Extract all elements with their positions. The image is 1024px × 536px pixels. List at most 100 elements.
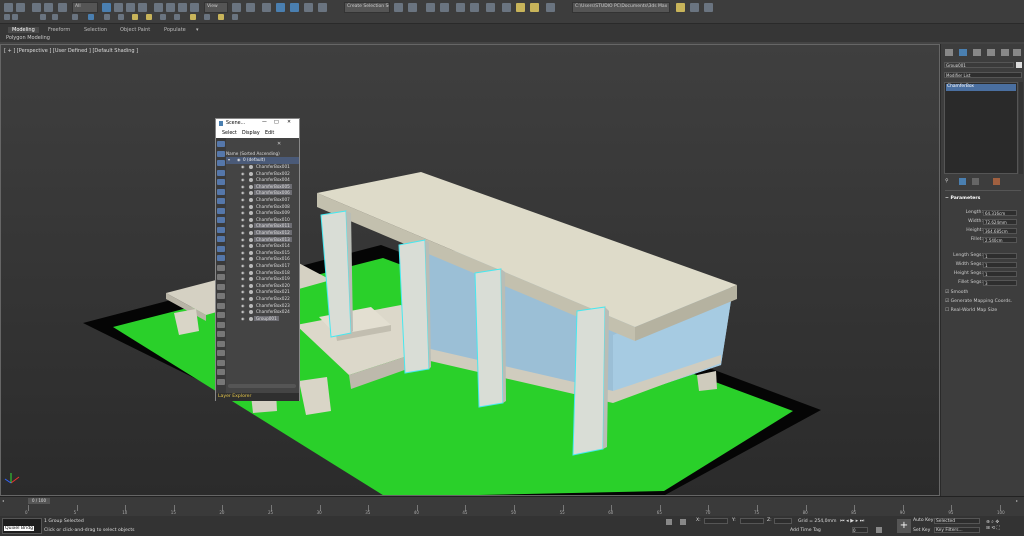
rect-selection-icon[interactable] (126, 3, 135, 12)
filter-tool-icon[interactable] (217, 331, 225, 337)
bulb-icon[interactable] (218, 14, 224, 20)
set-project-icon[interactable] (690, 3, 699, 12)
height-spinner[interactable]: 364,685cm (983, 228, 1017, 234)
z-coord-field[interactable] (774, 518, 792, 524)
list-item[interactable]: ◉ ChamferBox009 (226, 210, 299, 217)
filter-tool-icon[interactable] (217, 340, 225, 347)
real-world-map-checkbox[interactable]: ☐ Real-World Map Size (945, 308, 1020, 313)
filter-tool-icon[interactable] (217, 283, 225, 290)
gear-icon[interactable] (204, 14, 210, 20)
link-icon[interactable] (32, 3, 41, 12)
pin-stack-icon[interactable]: ⚲ (945, 178, 949, 184)
schematic-view-icon[interactable] (470, 3, 479, 12)
visibility-icon[interactable]: ◉ (237, 157, 241, 162)
filter-tool-icon[interactable] (217, 160, 225, 166)
modifier-list-dropdown[interactable]: Modifier List (944, 72, 1022, 78)
tab-populate[interactable]: Populate (164, 27, 186, 33)
display-tab-icon[interactable] (1001, 49, 1009, 56)
visibility-icon[interactable]: ◉ (241, 283, 245, 288)
bind-space-warp-icon[interactable] (58, 3, 67, 12)
pen-icon[interactable] (40, 14, 46, 20)
placement-icon[interactable] (190, 3, 199, 12)
box-icon[interactable] (118, 14, 124, 20)
maxscript-listener[interactable]: Quixel Bridg (2, 518, 42, 534)
filter-tool-icon[interactable] (217, 312, 225, 318)
visibility-icon[interactable]: ◉ (241, 276, 245, 281)
playback-controls[interactable]: ⏮ ◂ ▶ ▸ ⏭ (840, 518, 864, 524)
add-time-tag[interactable]: Add Time Tag (790, 528, 821, 533)
expand-icon[interactable]: ▾ (228, 157, 230, 162)
filter-tool-icon[interactable] (217, 378, 225, 385)
length-segs-spinner[interactable]: 1 (983, 253, 1017, 259)
make-unique-icon[interactable] (972, 178, 979, 185)
list-item[interactable]: ◉ ChamferBox021 (226, 289, 299, 296)
list-item[interactable]: ◉ ChamferBox016 (226, 256, 299, 263)
spinner-snap-icon[interactable] (304, 3, 313, 12)
list-item[interactable]: ◉ Group001 (226, 315, 299, 323)
scene-explorer-icon[interactable] (426, 3, 435, 12)
visibility-icon[interactable]: ◉ (241, 184, 245, 189)
list-item[interactable]: ◉ ChamferBox024 (226, 309, 299, 316)
visibility-icon[interactable]: ◉ (241, 223, 245, 228)
menu-select[interactable]: Select (222, 131, 237, 136)
move-icon[interactable] (154, 3, 163, 12)
render-setup-icon[interactable] (502, 3, 511, 12)
perspective-viewport[interactable]: [ + ] [Perspective ] [User Defined ] [De… (0, 44, 940, 496)
snaps-toggle-icon[interactable] (262, 3, 271, 12)
visibility-icon[interactable]: ◉ (241, 204, 245, 209)
visibility-icon[interactable]: ◉ (241, 296, 245, 301)
render-icon[interactable] (530, 3, 539, 12)
angle-snap-icon[interactable] (276, 3, 285, 12)
list-item[interactable]: ◉ ChamferBox015 (226, 250, 299, 257)
stack-item-chamferbox[interactable]: ChamferBox (946, 84, 1016, 91)
clear-search-icon[interactable]: ✕ (277, 141, 281, 147)
parameters-rollout[interactable]: − Parameters (945, 196, 1020, 201)
visibility-icon[interactable]: ◉ (241, 303, 245, 308)
filter-tool-icon[interactable] (217, 293, 225, 299)
viewport-nav-controls[interactable]: ⊕ ⌕ ✥ ⊞ ⟲ ⛶ (986, 519, 1016, 533)
undo-icon[interactable] (4, 3, 13, 12)
tab-modeling[interactable]: Modeling (8, 27, 39, 33)
width-spinner[interactable]: 72,624mm (983, 219, 1017, 225)
utilities-tab-icon[interactable] (1013, 49, 1021, 56)
visibility-icon[interactable]: ◉ (241, 197, 245, 202)
unlink-icon[interactable] (44, 3, 53, 12)
fillet-segs-spinner[interactable]: 3 (983, 280, 1017, 286)
auto-key-button[interactable]: Auto Key (913, 518, 933, 523)
layer-explorer-icon[interactable] (440, 3, 449, 12)
list-item[interactable]: ◉ ChamferBox001 (226, 164, 299, 171)
smooth-checkbox[interactable]: ☑ Smooth (945, 290, 1020, 295)
visibility-icon[interactable]: ◉ (241, 309, 245, 314)
list-item[interactable]: ◉ ChamferBox011 (226, 223, 299, 230)
curve-editor-icon[interactable] (456, 3, 465, 12)
list-item[interactable]: ◉ ChamferBox008 (226, 204, 299, 211)
close-icon[interactable]: ✕ (287, 120, 291, 125)
filter-tool-icon[interactable] (217, 150, 225, 157)
ribbon-toggle-icon[interactable] (4, 14, 10, 20)
ribbon-panel-label[interactable]: Polygon Modeling (6, 35, 50, 41)
sun-icon[interactable] (146, 14, 152, 20)
x-coord-field[interactable] (704, 518, 728, 524)
list-item[interactable]: ◉ ChamferBox006 (226, 190, 299, 197)
stack-scrollbar[interactable] (1019, 82, 1023, 174)
visibility-icon[interactable]: ◉ (241, 250, 245, 255)
filter-tool-icon[interactable] (217, 236, 225, 242)
list-item[interactable]: ◉ ChamferBox013 (226, 236, 299, 244)
filter-tool-icon[interactable] (217, 321, 225, 328)
light-icon[interactable] (132, 14, 138, 20)
edit-poly-icon[interactable] (52, 14, 58, 20)
filter-tool-icon[interactable] (217, 179, 225, 185)
select-by-name-icon[interactable] (114, 3, 123, 12)
teapot-icon[interactable] (160, 14, 166, 20)
filter-tool-icon[interactable] (217, 245, 225, 252)
filter-tool-icon[interactable] (217, 169, 225, 176)
script-icon[interactable] (12, 14, 18, 20)
list-item[interactable]: ◉ ChamferBox020 (226, 283, 299, 290)
edit-named-selection-icon[interactable] (318, 3, 327, 12)
filter-tool-icon[interactable] (217, 198, 225, 204)
minimize-icon[interactable]: — (262, 120, 267, 125)
project-path-field[interactable]: C:\Users\STUDIO PC\Documents\3ds Max 202… (572, 2, 670, 13)
list-item[interactable]: ◉ ChamferBox017 (226, 263, 299, 270)
select-manipulate-icon[interactable] (246, 3, 255, 12)
visibility-icon[interactable]: ◉ (241, 230, 245, 235)
